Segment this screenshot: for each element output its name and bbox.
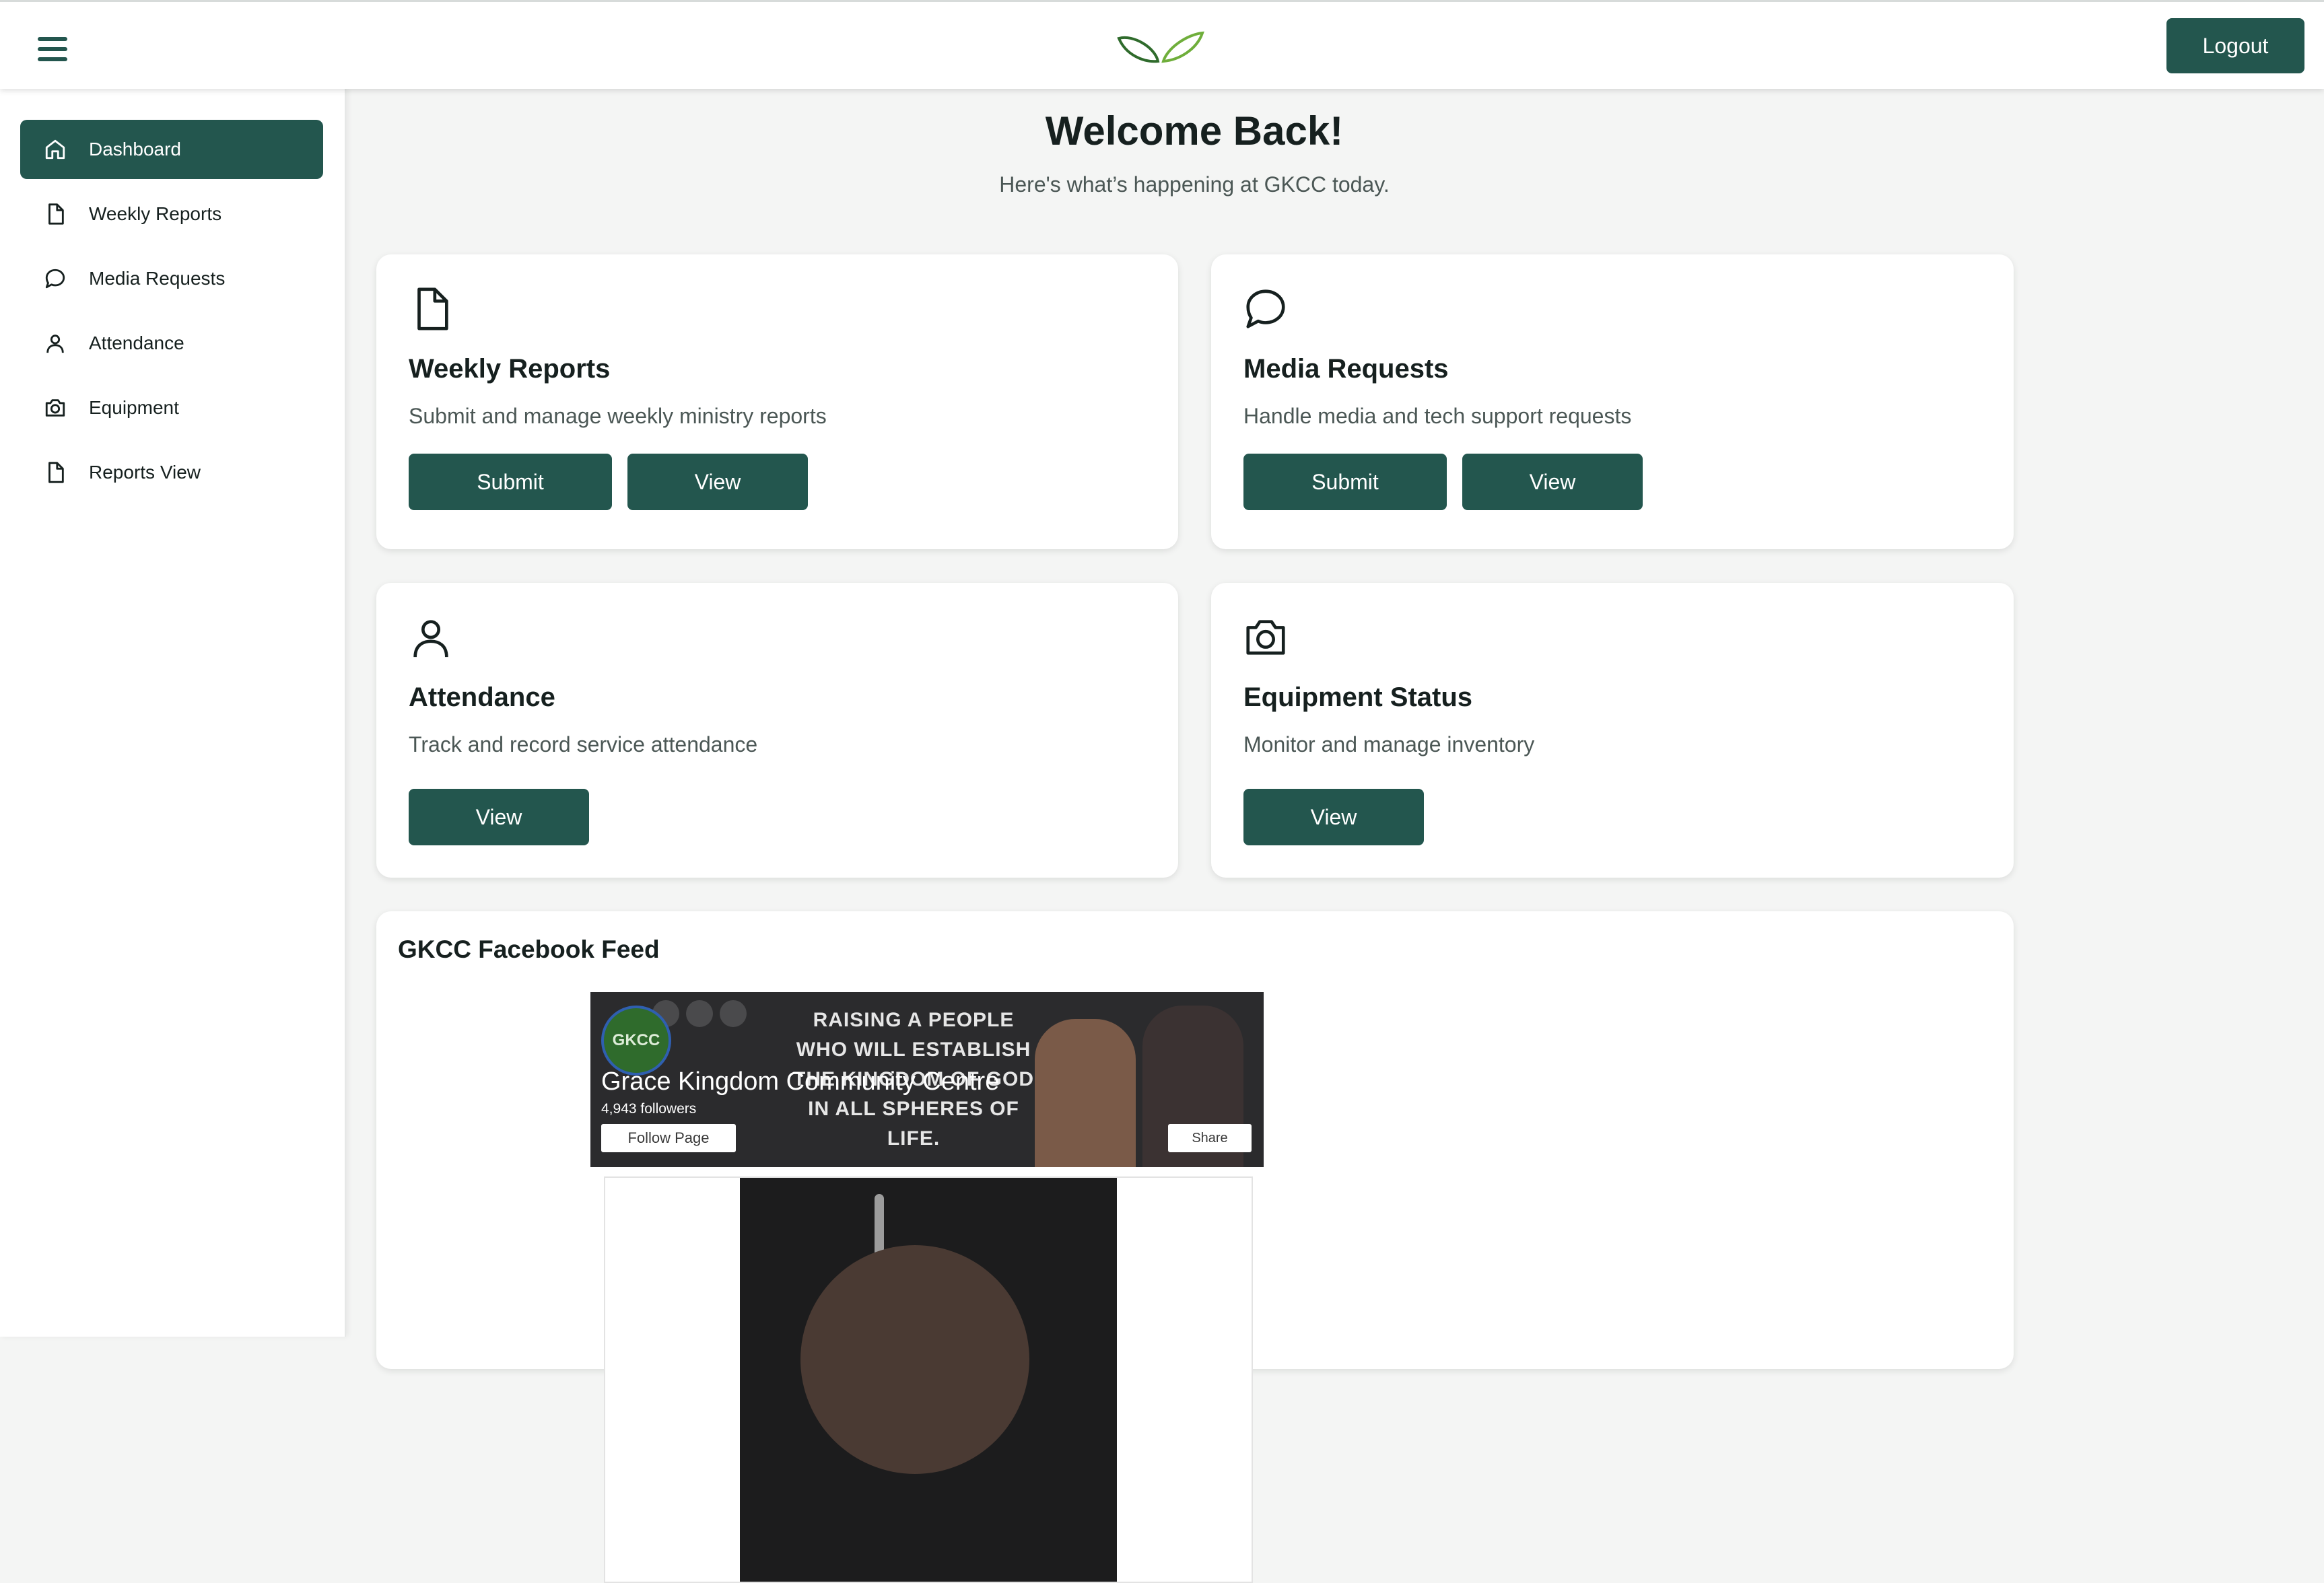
post-video-thumbnail[interactable] <box>740 1178 1117 1582</box>
follow-page-button[interactable]: Follow Page <box>601 1124 736 1152</box>
weekly-reports-card: Weekly Reports Submit and manage weekly … <box>376 254 1178 549</box>
attendance-card: Attendance Track and record service atte… <box>376 583 1178 878</box>
card-description: Handle media and tech support requests <box>1243 404 1632 428</box>
media-requests-submit-button[interactable]: Submit <box>1243 454 1447 510</box>
menu-icon[interactable] <box>38 36 71 63</box>
card-description: Submit and manage weekly ministry report… <box>409 404 827 428</box>
attendance-view-button[interactable]: View <box>409 789 589 845</box>
followers-count: 4,943 followers <box>601 1101 697 1117</box>
leaf-logo <box>1117 31 1204 63</box>
file-icon <box>43 460 67 485</box>
card-title: Attendance <box>409 682 555 712</box>
cover-person-left <box>1035 1019 1136 1167</box>
equipment-view-button[interactable]: View <box>1243 789 1424 845</box>
share-button[interactable]: Share <box>1168 1124 1252 1152</box>
feed-title: GKCC Facebook Feed <box>398 936 660 963</box>
equipment-status-card: Equipment Status Monitor and manage inve… <box>1211 583 2014 878</box>
sidebar-item-label: Equipment <box>89 397 179 418</box>
sidebar-item-reports-view[interactable]: Reports View <box>20 443 323 502</box>
logout-button[interactable]: Logout <box>2166 18 2304 73</box>
sidebar-item-label: Media Requests <box>89 268 226 289</box>
card-description: Monitor and manage inventory <box>1243 732 1535 757</box>
chat-icon <box>43 267 67 291</box>
weekly-reports-view-button[interactable]: View <box>627 454 808 510</box>
page-avatar[interactable]: GKCC <box>601 1006 671 1076</box>
sidebar-item-label: Attendance <box>89 332 184 353</box>
facebook-page-cover[interactable]: GKCC RAISING A PEOPLE WHO WILL ESTABLISH… <box>590 992 1264 1167</box>
card-title: Weekly Reports <box>409 354 611 384</box>
home-icon <box>43 137 67 162</box>
sidebar-item-label: Reports View <box>89 462 201 483</box>
sidebar-item-label: Weekly Reports <box>89 203 222 224</box>
sidebar-item-attendance[interactable]: Attendance <box>20 314 323 373</box>
page-subtitle: Here's what’s happening at GKCC today. <box>999 172 1390 197</box>
card-title: Media Requests <box>1243 354 1449 384</box>
user-icon <box>413 620 448 658</box>
camera-icon <box>43 396 67 420</box>
chat-icon <box>1246 289 1285 328</box>
sidebar-item-dashboard[interactable]: Dashboard <box>20 120 323 179</box>
page-title: Welcome Back! <box>1045 108 1344 153</box>
sidebar-item-label: Dashboard <box>89 139 181 160</box>
sidebar-item-media-requests[interactable]: Media Requests <box>20 249 323 308</box>
page-name-link[interactable]: Grace Kingdom Community Centre <box>601 1067 999 1096</box>
facebook-post <box>604 1176 1253 1583</box>
file-icon <box>417 287 448 330</box>
file-icon <box>43 202 67 226</box>
top-bar: Logout <box>0 0 2324 89</box>
card-title: Equipment Status <box>1243 682 1473 712</box>
sidebar: Dashboard Weekly Reports Media Requests … <box>0 87 346 1337</box>
camera-icon <box>1246 620 1285 655</box>
sidebar-item-weekly-reports[interactable]: Weekly Reports <box>20 184 323 244</box>
media-requests-card: Media Requests Handle media and tech sup… <box>1211 254 2014 549</box>
sidebar-item-equipment[interactable]: Equipment <box>20 378 323 437</box>
user-icon <box>43 331 67 355</box>
media-requests-view-button[interactable]: View <box>1462 454 1643 510</box>
weekly-reports-submit-button[interactable]: Submit <box>409 454 612 510</box>
card-description: Track and record service attendance <box>409 732 758 757</box>
facebook-feed-card: GKCC Facebook Feed GKCC RAISING A PEOPLE… <box>376 911 2014 1583</box>
